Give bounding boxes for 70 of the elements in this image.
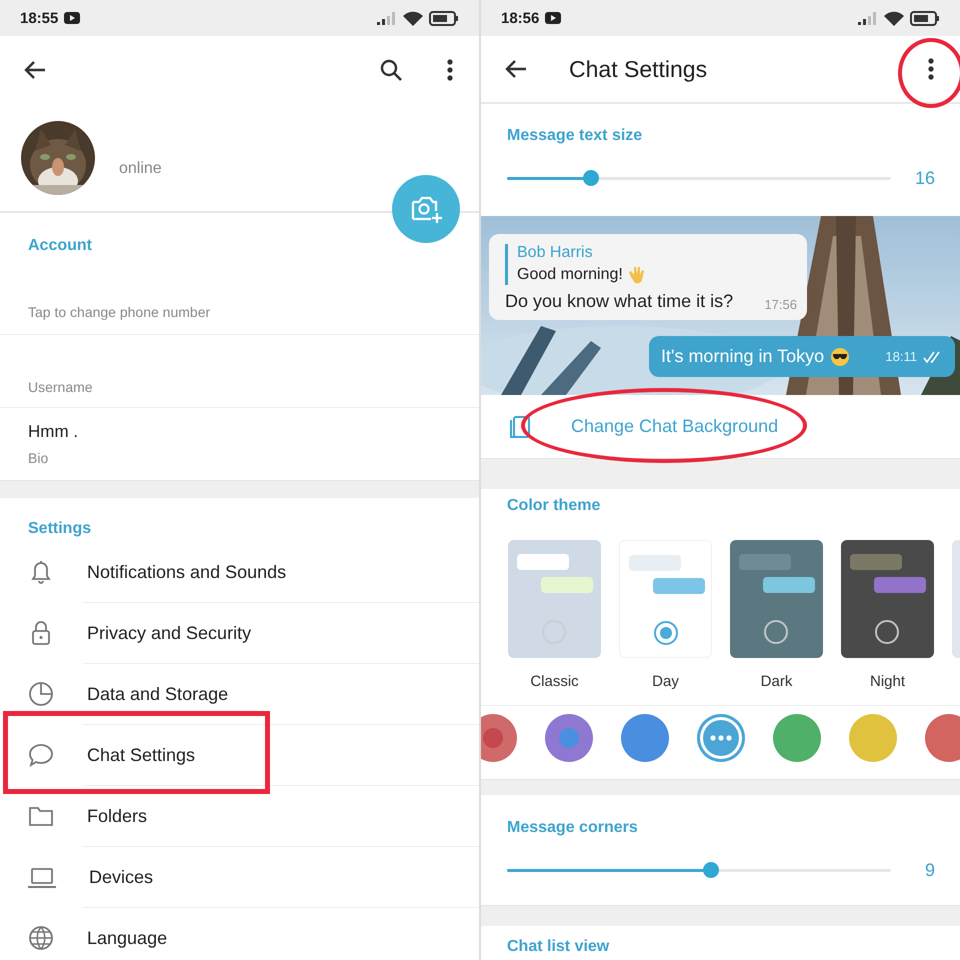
more-menu-icon[interactable] xyxy=(928,58,934,80)
search-icon[interactable] xyxy=(379,58,403,82)
signal-icon xyxy=(377,11,397,25)
emoji-icon xyxy=(830,346,850,366)
settings-item[interactable]: Privacy and Security xyxy=(87,622,252,644)
slider[interactable] xyxy=(507,862,891,878)
play-icon xyxy=(64,12,80,24)
accent-color-swatch[interactable] xyxy=(545,714,593,762)
play-icon xyxy=(545,12,562,24)
accent-color-swatch[interactable] xyxy=(925,714,960,762)
section-header: Account xyxy=(28,237,92,254)
signal-icon xyxy=(858,11,878,25)
more-menu-icon[interactable] xyxy=(447,59,453,81)
accent-color-swatch[interactable] xyxy=(773,714,821,762)
settings-item[interactable]: Data and Storage xyxy=(87,684,228,704)
back-arrow-icon[interactable] xyxy=(24,60,46,80)
more-icon xyxy=(710,735,732,741)
field-label: Username xyxy=(28,379,93,395)
theme-card[interactable] xyxy=(508,540,601,658)
clock-time: 18:56 xyxy=(501,10,540,26)
radio-button[interactable] xyxy=(875,620,899,644)
slider-value: 9 xyxy=(924,860,935,880)
slider-thumb[interactable] xyxy=(702,862,719,878)
section-header: Settings xyxy=(28,520,92,537)
battery-icon xyxy=(910,10,940,26)
wifi-icon xyxy=(884,10,904,26)
theme-card[interactable] xyxy=(619,540,712,658)
settings-item[interactable]: Language xyxy=(87,928,168,948)
reply-text: Good morning! xyxy=(517,266,623,284)
waving-hand-icon xyxy=(626,265,647,285)
wifi-icon xyxy=(403,10,423,26)
speech-bubble-icon xyxy=(27,741,55,769)
slider-value: 16 xyxy=(914,168,935,188)
pie-chart-icon xyxy=(27,680,55,708)
theme-name: Classic xyxy=(530,673,579,691)
screen-title: Chat Settings xyxy=(569,56,708,82)
theme-name: Dark xyxy=(760,673,792,691)
theme-card[interactable] xyxy=(730,540,823,658)
settings-item[interactable]: Notifications and Sounds xyxy=(87,562,286,582)
reply-sender: Bob Harris xyxy=(517,244,594,262)
message-text: Do you know what time it is? xyxy=(505,291,734,312)
section-header: Color theme xyxy=(507,497,600,514)
message-time: 18:11 xyxy=(885,349,917,364)
accent-color-swatch[interactable] xyxy=(849,714,897,762)
settings-item[interactable]: Folders xyxy=(87,806,148,826)
message-text: It's morning in Tokyo xyxy=(661,346,824,367)
section-header: Message text size xyxy=(507,127,642,144)
radio-button[interactable] xyxy=(654,621,678,645)
field-label: Bio xyxy=(28,450,50,466)
accent-color-swatch[interactable] xyxy=(481,714,517,762)
battery-icon xyxy=(429,10,459,26)
accent-color-swatch[interactable] xyxy=(621,714,669,762)
theme-card[interactable] xyxy=(841,540,934,658)
slider[interactable] xyxy=(507,170,891,186)
section-header: Chat list view xyxy=(507,938,610,955)
slider-thumb[interactable] xyxy=(583,170,600,186)
radio-button[interactable] xyxy=(764,620,788,644)
section-header: Message corners xyxy=(507,819,638,836)
wallpaper-icon xyxy=(507,414,533,440)
clock-time: 18:55 xyxy=(20,10,58,26)
message-time: 17:56 xyxy=(764,297,797,312)
settings-item[interactable]: Chat Settings xyxy=(87,744,196,766)
globe-icon xyxy=(27,924,55,952)
theme-name: Day xyxy=(652,673,679,691)
online-status: online xyxy=(119,160,162,178)
back-arrow-icon[interactable] xyxy=(505,59,527,79)
theme-name: Night xyxy=(870,673,906,691)
settings-item[interactable]: Devices xyxy=(89,866,154,888)
bio-value[interactable]: Hmm . xyxy=(28,422,479,442)
accent-color-swatch[interactable] xyxy=(697,714,745,762)
